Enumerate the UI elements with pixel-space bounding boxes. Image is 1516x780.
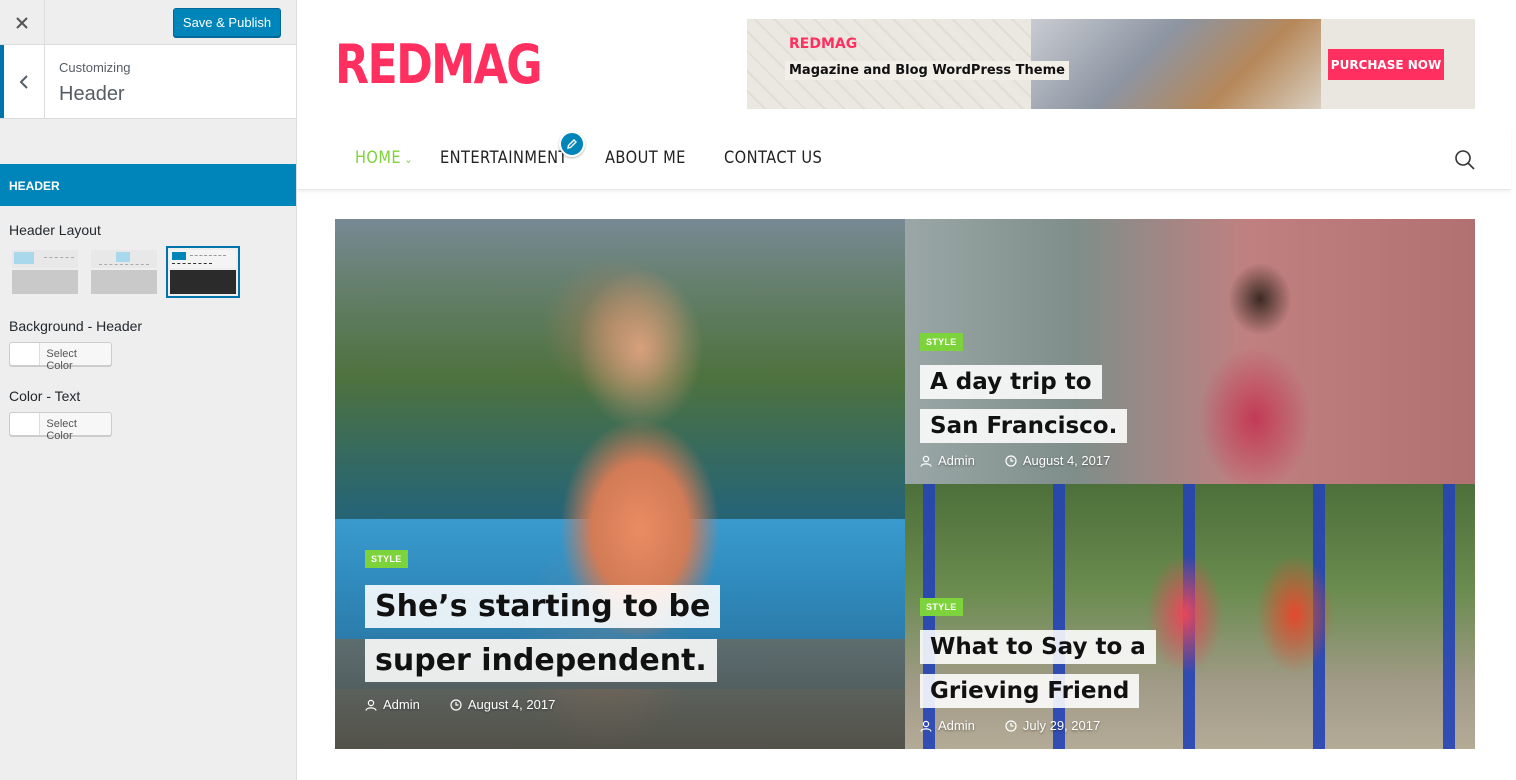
customizing-label: Customizing [59, 60, 131, 75]
select-color-label: Select Color [46, 348, 77, 372]
featured-post-top-right[interactable]: STYLE A day trip to San Francisco. Admin… [905, 219, 1475, 484]
customizer-top-bar: Save & Publish [0, 0, 296, 45]
layout-option-3-selected[interactable] [166, 246, 240, 298]
save-publish-button[interactable]: Save & Publish [173, 8, 281, 37]
featured-post-large[interactable]: STYLE She’s starting to be super indepen… [335, 219, 905, 749]
user-icon [365, 699, 377, 711]
nav-item-home[interactable]: HOME ⌄ [355, 148, 413, 168]
category-badge[interactable]: STYLE [920, 598, 963, 616]
purchase-now-button[interactable]: PURCHASE NOW [1328, 49, 1444, 80]
layout-option-2[interactable] [89, 248, 159, 296]
section-header: Customizing Header [0, 45, 296, 119]
main-navigation: HOME ⌄ ENTERTAINMENT ABOUT ME CONTACT US [297, 128, 1511, 190]
nav-item-entertainment[interactable]: ENTERTAINMENT [440, 148, 568, 168]
clock-icon [450, 698, 462, 711]
nav-item-contact[interactable]: CONTACT US [724, 148, 822, 168]
header-ad-banner[interactable]: REDMAG Magazine and Blog WordPress Theme… [747, 19, 1475, 109]
post-image-subject [1175, 249, 1335, 484]
site-preview: REDMAG REDMAG Magazine and Blog WordPres… [297, 0, 1516, 780]
post-date: August 4, 2017 [1005, 453, 1110, 468]
author-name: Admin [938, 453, 975, 468]
banner-photo [1031, 19, 1321, 109]
post-author[interactable]: Admin [920, 453, 975, 468]
header-layout-label: Header Layout [9, 222, 101, 238]
post-title-text: A day trip to San Francisco. [920, 365, 1128, 443]
background-color-picker[interactable]: Select Color [9, 342, 112, 372]
user-icon [920, 720, 932, 732]
post-title-text: What to Say to a Grieving Friend [920, 630, 1156, 708]
post-author[interactable]: Admin [365, 697, 420, 712]
layout-option-1[interactable] [10, 248, 80, 296]
author-name: Admin [383, 697, 420, 712]
featured-post-bottom-right[interactable]: STYLE What to Say to a Grieving Friend A… [905, 484, 1475, 749]
date-text: August 4, 2017 [467, 697, 556, 712]
text-color-picker[interactable]: Select Color [9, 412, 112, 442]
header-section-bar: HEADER [0, 164, 296, 206]
clock-icon [1005, 719, 1017, 732]
post-author[interactable]: Admin [920, 718, 975, 733]
clock-icon [1005, 454, 1017, 467]
search-icon[interactable] [1454, 149, 1476, 171]
date-text: July 29, 2017 [1022, 718, 1101, 733]
color-swatch [10, 413, 41, 435]
category-badge[interactable]: STYLE [920, 333, 963, 351]
banner-brand: REDMAG [789, 36, 858, 52]
chevron-left-icon [19, 74, 28, 89]
chevron-down-icon: ⌄ [404, 153, 413, 166]
close-customizer-button[interactable] [0, 0, 45, 45]
post-meta: Admin July 29, 2017 [920, 718, 1130, 733]
post-title-text: She’s starting to be super independent. [365, 585, 721, 682]
date-text: August 4, 2017 [1022, 453, 1111, 468]
post-date: August 4, 2017 [450, 697, 555, 712]
background-header-label: Background - Header [9, 318, 143, 334]
customizer-sidebar: Save & Publish Customizing Header HEADER… [0, 0, 297, 780]
banner-tagline: Magazine and Blog WordPress Theme [785, 61, 1069, 80]
nav-label: HOME [355, 148, 402, 168]
user-icon [920, 455, 932, 467]
color-text-label: Color - Text [9, 388, 81, 404]
edit-shortcut-button[interactable] [559, 131, 585, 157]
post-title[interactable]: She’s starting to be super independent. [365, 580, 785, 688]
post-title[interactable]: What to Say to a Grieving Friend [920, 625, 1220, 713]
close-icon [16, 16, 28, 29]
select-color-label: Select Color [46, 418, 77, 442]
nav-item-about[interactable]: ABOUT ME [605, 148, 686, 168]
post-meta: Admin August 4, 2017 [365, 697, 585, 712]
pencil-icon [567, 139, 577, 149]
site-logo[interactable]: REDMAG [335, 33, 543, 96]
post-date: July 29, 2017 [1005, 718, 1100, 733]
post-meta: Admin August 4, 2017 [920, 453, 1140, 468]
author-name: Admin [938, 718, 975, 733]
back-button[interactable] [0, 45, 45, 118]
post-title[interactable]: A day trip to San Francisco. [920, 360, 1140, 448]
category-badge[interactable]: STYLE [365, 550, 408, 568]
section-title: Header [59, 83, 125, 105]
color-swatch [10, 343, 41, 365]
